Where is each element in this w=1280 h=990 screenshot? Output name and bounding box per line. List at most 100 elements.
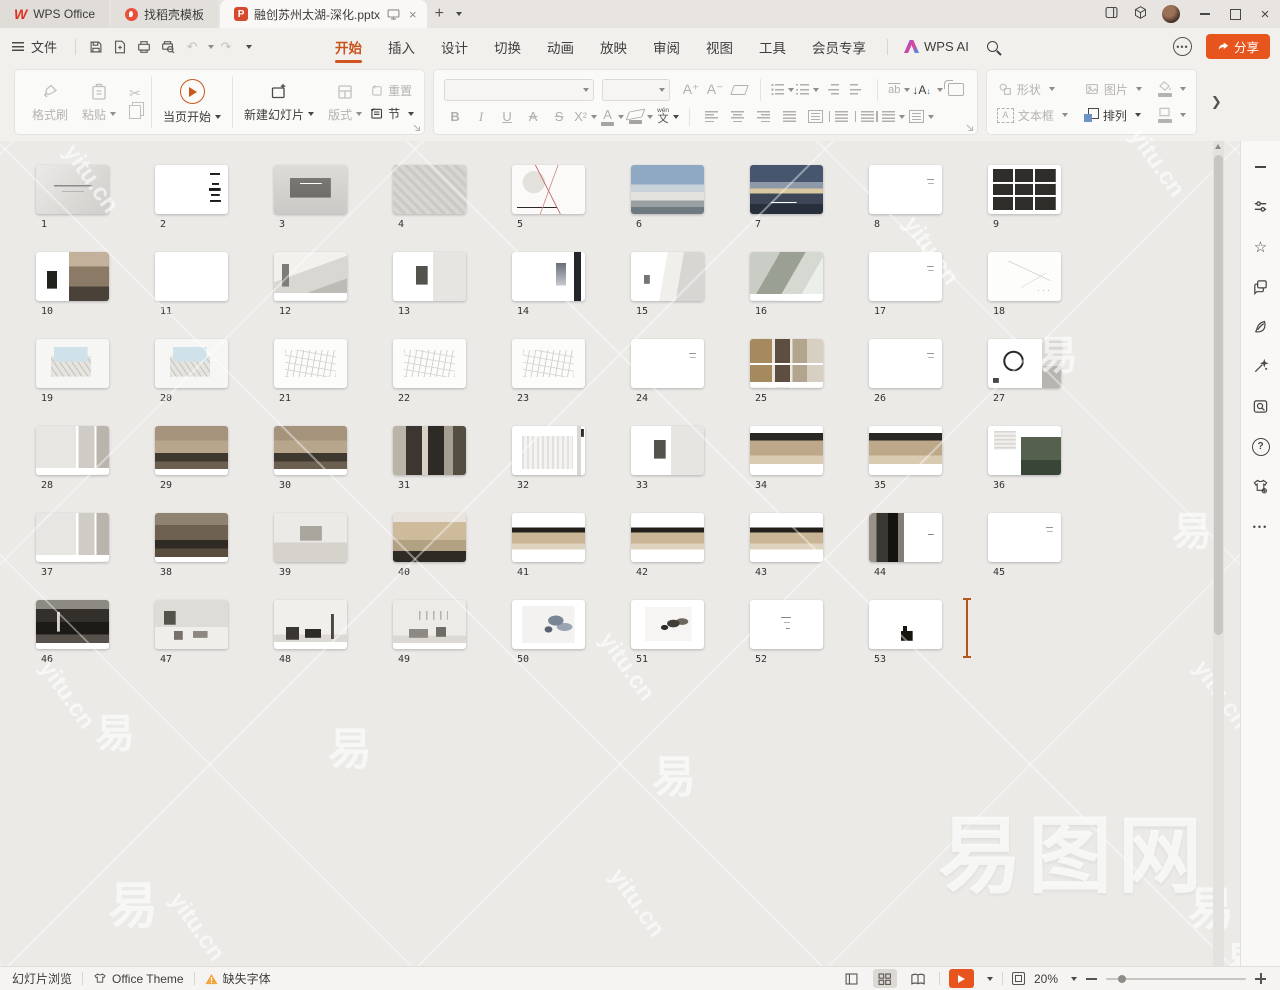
decrease-font-button[interactable]: A⁻: [704, 81, 726, 99]
slide-thumbnail-47[interactable]: [155, 600, 228, 649]
slide-thumbnail-12[interactable]: [274, 252, 347, 301]
slide-thumbnail-28[interactable]: [36, 426, 109, 475]
shapes-panel-icon[interactable]: [1249, 275, 1273, 298]
tab-view[interactable]: 视图: [693, 28, 746, 65]
redo-icon[interactable]: ↷: [214, 35, 238, 59]
slide-thumbnail-5[interactable]: [512, 165, 585, 214]
tab-slideshow[interactable]: 放映: [587, 28, 640, 65]
paste-button[interactable]: 粘贴: [75, 82, 123, 123]
slide-thumbnail-2[interactable]: [155, 165, 228, 214]
skin-theme-icon[interactable]: [1249, 475, 1273, 498]
magic-wand-icon[interactable]: [1249, 355, 1273, 378]
present-monitor-icon[interactable]: [386, 7, 401, 22]
navigation-search-icon[interactable]: [1249, 395, 1273, 418]
increase-paragraph-spacing-button[interactable]: [830, 108, 852, 126]
slide-thumbnail-30[interactable]: [274, 426, 347, 475]
slide-thumbnail-6[interactable]: [631, 165, 704, 214]
wps-ai-button[interactable]: WPS AI: [904, 39, 969, 54]
slide-thumbnail-14[interactable]: [512, 252, 585, 301]
slide-thumbnail-29[interactable]: [155, 426, 228, 475]
slide-thumbnail-8[interactable]: [869, 165, 942, 214]
tab-animations[interactable]: 动画: [534, 28, 587, 65]
slide-thumbnail-32[interactable]: [512, 426, 585, 475]
slide-thumbnail-51[interactable]: [631, 600, 704, 649]
fill-color-button[interactable]: [1158, 81, 1186, 97]
outline-color-button[interactable]: [1158, 107, 1186, 123]
close-document-icon[interactable]: ×: [407, 7, 419, 22]
superscript-button[interactable]: X²: [574, 108, 597, 126]
section-button[interactable]: 节: [369, 105, 414, 122]
decrease-paragraph-spacing-button[interactable]: [856, 108, 878, 126]
user-avatar[interactable]: [1162, 5, 1180, 23]
slideshow-play-button[interactable]: [949, 969, 974, 988]
strikethrough-button[interactable]: S: [548, 108, 570, 126]
slide-thumbnail-19[interactable]: [36, 339, 109, 388]
copy-icon[interactable]: [129, 105, 141, 119]
slide-thumbnail-40[interactable]: [393, 513, 466, 562]
zoom-in-button[interactable]: [1255, 973, 1266, 984]
scroll-up-arrow-icon[interactable]: [1215, 144, 1221, 149]
slide-thumbnail-23[interactable]: [512, 339, 585, 388]
tab-design[interactable]: 设计: [428, 28, 481, 65]
file-menu[interactable]: 文件: [31, 37, 57, 56]
justify-button[interactable]: [778, 108, 800, 126]
scrollbar-thumb[interactable]: [1214, 155, 1223, 635]
decrease-indent-button[interactable]: [821, 81, 843, 99]
tab-docer-templates[interactable]: 找稻壳模板: [111, 0, 218, 28]
arrange-button[interactable]: 排列: [1084, 107, 1142, 124]
tab-list-chevron-icon[interactable]: [456, 12, 462, 16]
play-current-page-button[interactable]: 当页开始: [156, 79, 228, 125]
slide-thumbnail-7[interactable]: [750, 165, 823, 214]
tab-insert[interactable]: 插入: [375, 28, 428, 65]
bullet-list-button[interactable]: [771, 81, 794, 99]
slide-thumbnail-49[interactable]: [393, 600, 466, 649]
collapse-panel-icon[interactable]: [1249, 155, 1273, 178]
export-icon[interactable]: [108, 35, 132, 59]
font-family-select[interactable]: [444, 79, 594, 101]
slide-thumbnail-4[interactable]: [393, 165, 466, 214]
slide-thumbnail-31[interactable]: [393, 426, 466, 475]
slide-thumbnail-52[interactable]: [750, 600, 823, 649]
tab-member[interactable]: 会员专享: [799, 28, 879, 65]
slide-thumbnail-18[interactable]: [988, 252, 1061, 301]
vertical-scrollbar[interactable]: [1213, 141, 1224, 966]
format-painter-button[interactable]: 格式刷: [25, 82, 75, 123]
vertical-align-button[interactable]: [909, 108, 934, 126]
increase-font-button[interactable]: A⁺: [680, 81, 702, 99]
slide-thumbnail-13[interactable]: [393, 252, 466, 301]
slide-thumbnail-27[interactable]: [988, 339, 1061, 388]
star-favorites-icon[interactable]: ☆: [1249, 235, 1273, 258]
zoom-chevron-icon[interactable]: [1071, 977, 1077, 981]
minimize-button[interactable]: [1190, 0, 1220, 28]
dialog-launcher-icon[interactable]: [413, 124, 421, 132]
zoom-out-button[interactable]: [1086, 978, 1097, 980]
integrations-cube-icon[interactable]: [1133, 5, 1148, 23]
tab-active-document[interactable]: P 融创苏州太湖-深化.pptx ×: [220, 0, 427, 28]
slide-thumbnail-15[interactable]: [631, 252, 704, 301]
line-spacing-button[interactable]: [882, 108, 905, 126]
slide-thumbnail-22[interactable]: [393, 339, 466, 388]
clear-format-button[interactable]: [728, 81, 750, 99]
print-icon[interactable]: [132, 35, 156, 59]
align-left-button[interactable]: [700, 108, 722, 126]
slide-thumbnail-16[interactable]: [750, 252, 823, 301]
slide-thumbnail-25[interactable]: [750, 339, 823, 388]
character-spacing-button[interactable]: ab: [888, 81, 910, 99]
slide-thumbnail-17[interactable]: [869, 252, 942, 301]
slide-sorter-view-button[interactable]: [873, 969, 897, 988]
toolbar-chevron-icon[interactable]: [246, 45, 252, 49]
slide-thumbnail-24[interactable]: [631, 339, 704, 388]
convert-smartart-button[interactable]: [945, 81, 967, 99]
slide-thumbnail-34[interactable]: [750, 426, 823, 475]
slide-thumbnail-39[interactable]: [274, 513, 347, 562]
split-window-icon[interactable]: [1104, 5, 1119, 23]
beautify-leaf-icon[interactable]: [1249, 315, 1273, 338]
textbox-button[interactable]: A 文本框: [997, 107, 1068, 124]
fit-slide-icon[interactable]: [1012, 972, 1025, 985]
slide-thumbnail-50[interactable]: [512, 600, 585, 649]
new-tab-button[interactable]: +: [427, 5, 452, 23]
slide-thumbnail-53[interactable]: [869, 600, 942, 649]
tab-review[interactable]: 审阅: [640, 28, 693, 65]
slide-thumbnail-3[interactable]: [274, 165, 347, 214]
pinyin-guide-button[interactable]: wén文: [657, 108, 679, 126]
